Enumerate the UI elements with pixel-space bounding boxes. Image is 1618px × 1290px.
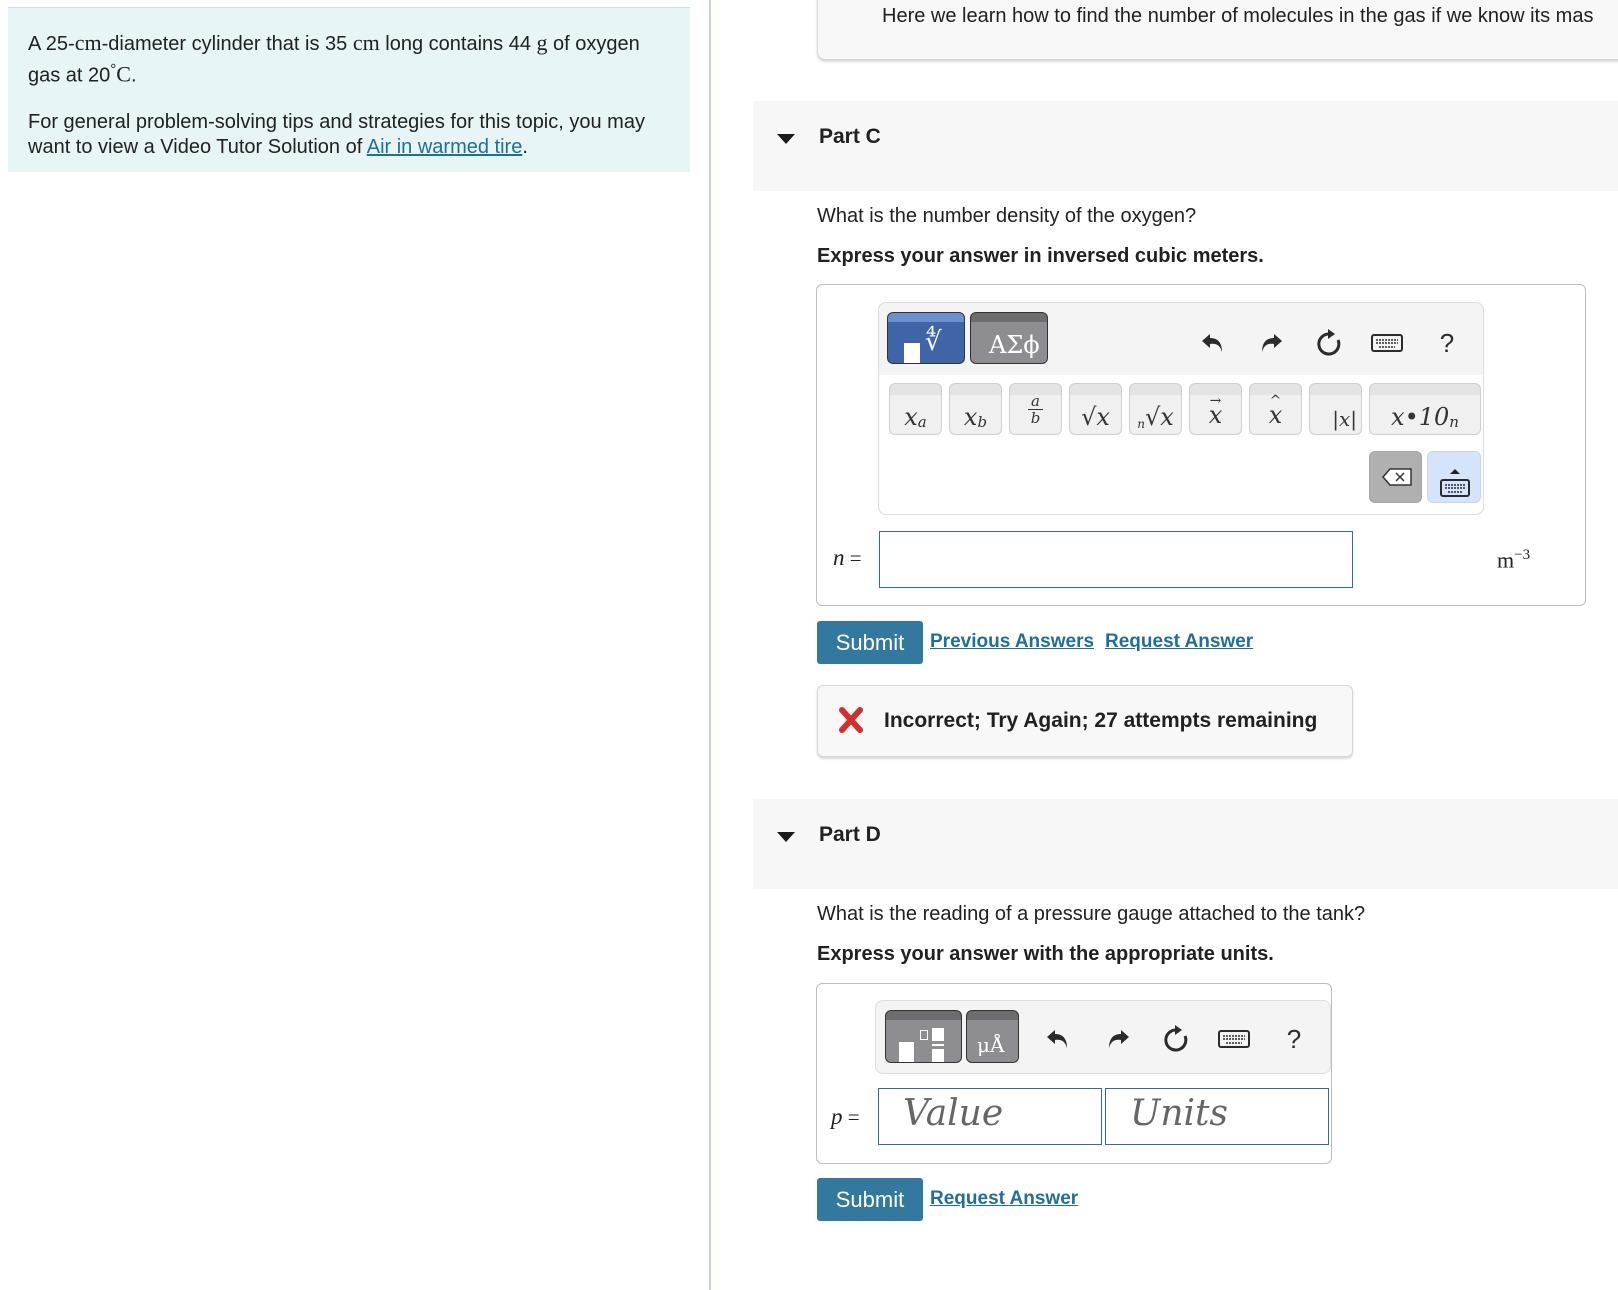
number-density-input[interactable]	[879, 531, 1353, 588]
part-d-answer-box: μÅ ? p = Value Units	[816, 983, 1332, 1164]
parts-panel: Here we learn how to find the number of …	[712, 0, 1618, 1290]
math-palette: ∜ ΑΣϕ ? xa xb ab √x n √x → x ^ x |x| x•1…	[878, 302, 1484, 515]
help-icon[interactable]: ?	[1429, 325, 1465, 361]
part-c-instruction: Express your answer in inversed cubic me…	[817, 245, 1264, 267]
hint-card: Here we learn how to find the number of …	[817, 0, 1618, 60]
part-d-title: Part D	[819, 823, 881, 846]
part-c-request-answer-link[interactable]: Request Answer	[1105, 631, 1253, 653]
key-fraction[interactable]: ab	[1009, 383, 1062, 435]
reset-icon[interactable]	[1311, 325, 1347, 361]
part-c-header[interactable]: Part C	[753, 101, 1618, 191]
part-c-title: Part C	[819, 125, 881, 148]
greek-symbols-button[interactable]: ΑΣϕ	[970, 312, 1048, 364]
key-nth-root[interactable]: n √x	[1129, 383, 1182, 435]
problem-statement: A 25-cm-diameter cylinder that is 35 cm …	[28, 30, 640, 87]
keyboard-icon[interactable]	[1369, 325, 1405, 361]
fraction-num-icon	[932, 1028, 944, 1041]
value-placeholder: Value	[903, 1093, 1004, 1134]
p-variable-label: p =	[831, 1104, 860, 1129]
keyboard-icon[interactable]	[1216, 1021, 1252, 1057]
value-input[interactable]: Value	[878, 1088, 1102, 1145]
fraction-bar-icon	[932, 1044, 944, 1046]
part-d-header[interactable]: Part D	[753, 799, 1618, 889]
key-scientific-notation[interactable]: x•10 n	[1369, 383, 1481, 435]
feedback-message: Incorrect; Try Again; 27 attempts remain…	[817, 685, 1353, 757]
template-box-icon	[904, 343, 920, 363]
part-c-submit-button[interactable]: Submit	[817, 621, 923, 664]
units-palette: μÅ ?	[875, 1000, 1331, 1074]
templates-button[interactable]: ∜	[887, 312, 965, 364]
reset-icon[interactable]	[1158, 1021, 1194, 1057]
redo-icon[interactable]	[1100, 1021, 1136, 1057]
toggle-keyboard-button[interactable]	[1427, 451, 1481, 503]
fraction-den-icon	[932, 1049, 944, 1062]
collapse-caret-icon[interactable]	[777, 134, 795, 144]
part-d-submit-button[interactable]: Submit	[817, 1178, 923, 1221]
backspace-button[interactable]	[1369, 451, 1422, 503]
previous-answers-link[interactable]: Previous Answers	[930, 631, 1094, 653]
redo-icon[interactable]	[1253, 325, 1289, 361]
incorrect-x-icon	[839, 707, 863, 733]
key-unit-vector[interactable]: ^ x	[1249, 383, 1302, 435]
units-button[interactable]: μÅ	[966, 1010, 1019, 1063]
undo-icon[interactable]	[1040, 1021, 1076, 1057]
key-square-root[interactable]: √x	[1069, 383, 1122, 435]
part-d-question: What is the reading of a pressure gauge …	[817, 903, 1366, 925]
key-vector[interactable]: → x	[1189, 383, 1242, 435]
palette-keys: xa xb ab √x n √x → x ^ x |x| x•10 n	[879, 375, 1483, 514]
problem-panel: A 25-cm-diameter cylinder that is 35 cm …	[0, 0, 711, 1290]
undo-icon[interactable]	[1195, 325, 1231, 361]
key-subscript[interactable]: xb	[949, 383, 1002, 435]
hint-text: Here we learn how to find the number of …	[882, 5, 1594, 27]
tips-text: For general problem-solving tips and str…	[28, 110, 645, 158]
units-placeholder: Units	[1130, 1093, 1228, 1134]
keyboard-up-icon	[1440, 469, 1470, 497]
help-icon[interactable]: ?	[1276, 1021, 1312, 1057]
video-tutor-link[interactable]: Air in warmed tire	[367, 136, 523, 158]
collapse-caret-icon[interactable]	[777, 832, 795, 842]
unit-label: m−3	[1497, 547, 1531, 573]
key-absolute-value[interactable]: |x|	[1309, 383, 1362, 435]
key-superscript[interactable]: xa	[889, 383, 942, 435]
template-box-icon	[899, 1042, 914, 1062]
part-c-question: What is the number density of the oxygen…	[817, 205, 1197, 227]
part-c-answer-box: ∜ ΑΣϕ ? xa xb ab √x n √x → x ^ x |x| x•1…	[816, 284, 1586, 606]
problem-intro: A 25-cm-diameter cylinder that is 35 cm …	[8, 7, 690, 172]
part-d-request-answer-link[interactable]: Request Answer	[930, 1188, 1078, 1210]
n-variable-label: n =	[833, 545, 862, 570]
template-small-box-icon	[920, 1030, 928, 1040]
nth-root-icon: ∜	[925, 327, 942, 357]
templates-button[interactable]	[885, 1010, 962, 1063]
backspace-icon	[1382, 468, 1412, 486]
units-input[interactable]: Units	[1105, 1088, 1329, 1145]
part-d-instruction: Express your answer with the appropriate…	[817, 943, 1274, 965]
